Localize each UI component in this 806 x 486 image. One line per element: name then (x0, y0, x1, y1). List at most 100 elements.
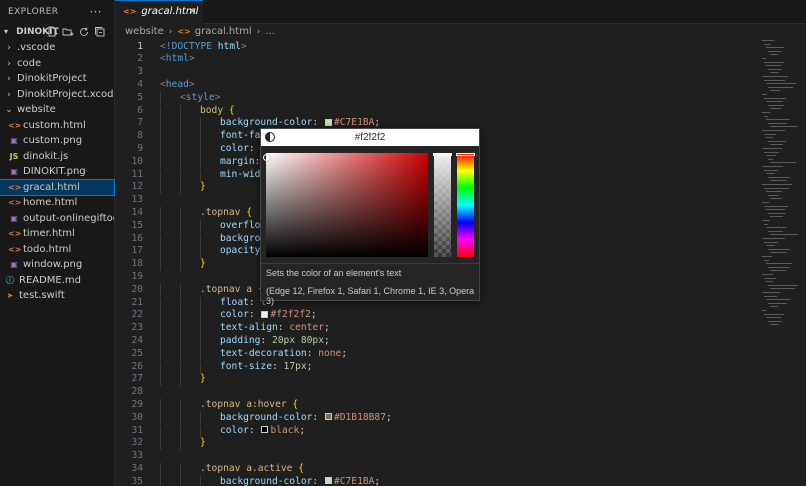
new-file-icon[interactable] (46, 26, 58, 38)
minimap-line (770, 108, 781, 110)
html-file-icon: <> (8, 229, 22, 238)
code-token: background-color (220, 411, 313, 423)
tree-item[interactable]: ▣ output-onlinegiftoo... (0, 211, 114, 227)
code-token: #C7E1BA (333, 475, 375, 486)
opacity-slider-handle[interactable] (433, 153, 452, 156)
color-swatch[interactable] (324, 477, 332, 485)
minimap-line (764, 61, 784, 63)
line-number: 15 (131, 219, 143, 231)
tree-item[interactable]: ⌄ website (0, 102, 114, 118)
minimap-line (768, 104, 784, 106)
tree-item[interactable]: <> custom.html (0, 118, 114, 134)
html-file-icon: <> (123, 7, 137, 16)
refresh-icon[interactable] (78, 26, 90, 38)
code-token: #f2f2f2 (270, 309, 311, 321)
file-tree: › .vscode › code › DinokitProject › DinokitProj… (0, 40, 115, 304)
color-hex-value[interactable]: #f2f2f2 (261, 129, 479, 146)
saturation-box[interactable] (263, 153, 428, 257)
minimap-line (764, 277, 776, 279)
code-line: 29 .topnav a:hover { (115, 399, 715, 412)
minimap-line (764, 97, 786, 99)
code-text: <!DOCTYPE html> (160, 41, 247, 54)
minimap-line (762, 256, 772, 257)
minimap-line (768, 158, 773, 160)
code-token: body (200, 104, 229, 116)
minimap-line (768, 86, 793, 88)
code-token: .topnav a (200, 283, 258, 295)
hue-slider[interactable] (456, 153, 475, 257)
minimap-line (770, 144, 783, 146)
color-swatch[interactable] (324, 118, 332, 126)
line-number: 26 (131, 360, 143, 372)
code-token: style (185, 91, 215, 103)
breadcrumb-file[interactable]: gracal.html (195, 26, 252, 37)
code-token: { (246, 206, 252, 218)
code-line: 2 <html> (115, 53, 715, 66)
html-file-icon: <> (8, 244, 22, 254)
code-token: } (200, 437, 206, 449)
tree-item-label: dinokit.js (23, 150, 69, 162)
code-text: font-size: 17px; (220, 361, 312, 374)
tree-item[interactable]: <> todo.html (0, 242, 114, 258)
minimap-line (770, 216, 783, 218)
color-swatch[interactable] (261, 426, 269, 433)
hue-slider-handle[interactable] (456, 153, 475, 156)
color-swatch[interactable] (261, 310, 269, 318)
minimap[interactable] (762, 40, 798, 340)
tree-item[interactable]: JS dinokit.js (0, 149, 114, 165)
breadcrumb-symbol[interactable]: ... (265, 26, 275, 37)
code-token: { (228, 104, 235, 116)
code-text: background-color: #D1B18B87; (220, 412, 392, 425)
collapse-all-icon[interactable] (94, 26, 106, 38)
explorer-sidebar: EXPLORER ··· ▾ DINOKIT › .vscode › code › Din… (0, 0, 115, 486)
tree-item[interactable]: <> timer.html (0, 226, 114, 242)
code-token: ; (323, 322, 330, 334)
minimap-line (762, 40, 774, 41)
minimap-line (768, 302, 787, 304)
code-text: text-align: center; (220, 322, 330, 335)
tree-item[interactable]: › .vscode (0, 40, 114, 56)
line-number: 21 (131, 296, 143, 308)
code-token: ; (385, 411, 392, 423)
tree-item[interactable]: ➤ test.swift (0, 288, 114, 304)
tree-item[interactable]: › DinokitProject (0, 71, 114, 87)
minimap-line (764, 151, 779, 153)
html-file-icon: <> (8, 198, 22, 207)
code-text: padding: 20px 80px; (220, 335, 330, 348)
explorer-more-actions-button[interactable]: ··· (89, 0, 102, 24)
tree-item-label: code (17, 57, 42, 69)
tree-item-label: gracal.html (23, 181, 80, 193)
new-folder-icon[interactable] (62, 26, 74, 38)
color-picker-header[interactable]: #f2f2f2 (261, 129, 479, 146)
tree-item[interactable]: <> gracal.html (0, 178, 115, 196)
code-line: 22 color: #f2f2f2; (115, 309, 715, 322)
minimap-line (762, 166, 783, 167)
explorer-actions (46, 26, 106, 38)
code-text: body { (200, 105, 235, 118)
tree-item[interactable]: ⓘ README.md (0, 273, 114, 289)
code-token: : (277, 322, 290, 334)
tree-item[interactable]: › DinokitProject.xcode... (0, 87, 114, 103)
tree-item[interactable]: ▣ DINOKIT.png (0, 164, 114, 180)
color-swatch[interactable] (324, 413, 332, 421)
code-token: ; (341, 347, 348, 359)
tree-item[interactable]: › code (0, 56, 114, 72)
tree-item[interactable]: ▣ custom.png (0, 133, 114, 149)
tree-item[interactable]: ▣ window.png (0, 257, 114, 273)
editor-tab-bar: <> gracal.html × (115, 0, 806, 24)
html-file-icon: <> (8, 182, 22, 192)
tab-gracal-html[interactable]: <> gracal.html × (115, 0, 203, 24)
code-token: ; (306, 360, 313, 372)
minimap-line (766, 137, 773, 139)
opacity-slider[interactable] (433, 153, 452, 257)
minimap-line (770, 252, 787, 254)
minimap-line (764, 205, 788, 207)
minimap-line (764, 79, 785, 81)
breadcrumb-folder[interactable]: website (125, 26, 164, 37)
code-token: background-color (220, 475, 313, 486)
workspace-section-header[interactable]: ▾ DINOKIT (0, 24, 114, 40)
line-number: 23 (131, 322, 143, 334)
tree-item[interactable]: <> home.html (0, 195, 114, 211)
close-icon[interactable]: × (189, 1, 197, 23)
saturation-handle[interactable] (263, 154, 270, 161)
